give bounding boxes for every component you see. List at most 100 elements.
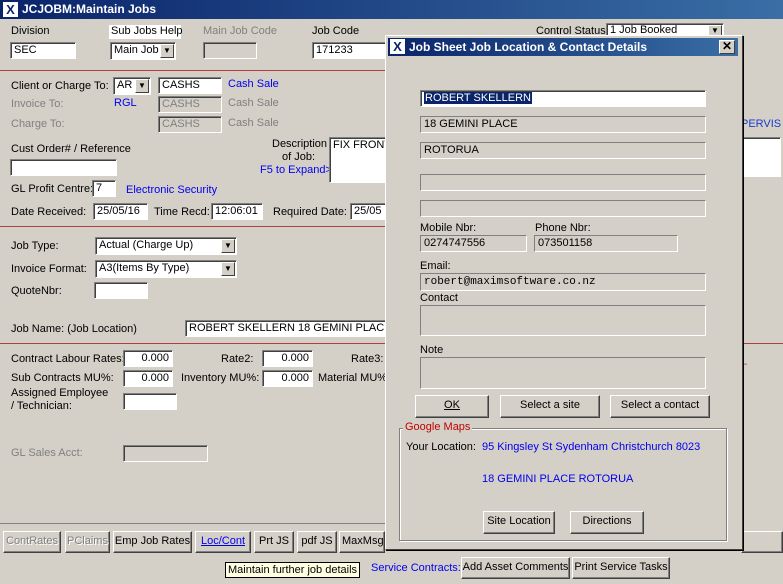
invoiceformat-select[interactable]: A3(Items By Type) ▼ [95,260,237,278]
inventory-label: Inventory MU%: [181,372,260,384]
contrates-button[interactable]: ContRates [3,531,61,553]
address1-field[interactable]: 18 GEMINI PLACE [420,116,706,133]
custorder-input[interactable] [10,159,117,176]
addassetcomments-button[interactable]: Add Asset Comments [461,557,570,579]
note-label: Note [420,344,444,356]
dialog-titlebar: X Job Sheet Job Location & Contact Detai… [388,38,738,56]
jobname-input[interactable]: ROBERT SKELLERN 18 GEMINI PLACE [185,320,387,337]
description-textarea[interactable]: FIX FRONT [329,137,387,183]
chevron-down-icon[interactable]: ▼ [135,79,149,93]
invoice-name: Cash Sale [228,97,279,109]
mobile-field[interactable]: 0274747556 [420,235,527,252]
maxmsg-button[interactable]: MaxMsg [339,531,385,553]
assigned-label-2: / Technician: [11,400,72,412]
phone-field[interactable]: 073501158 [534,235,678,252]
glprofit-name-link[interactable]: Electronic Security [126,184,217,196]
pdfjs-button[interactable]: pdf JS [297,531,337,553]
phone-label: Phone Nbr: [535,222,591,234]
contact-name-input[interactable]: ROBERT SKELLERN [420,90,706,107]
section-divider [741,343,783,344]
jobtype-select[interactable]: Actual (Charge Up) ▼ [95,237,237,255]
subjobs-help-label[interactable]: Sub Jobs Help [111,25,183,37]
quotenbr-label: QuoteNbr: [11,285,62,297]
note-field[interactable] [420,357,706,389]
datereceived-input[interactable]: 25/05/16 [93,203,148,220]
material-label: Material MU% [318,372,388,384]
ok-button[interactable]: OK [415,395,489,418]
chevron-down-icon[interactable]: ▼ [221,262,235,276]
email-field[interactable]: robert@maximsoftware.co.nz [420,273,706,291]
desc-expand-link[interactable]: F5 to Expand> [260,164,332,176]
jobtype-value: Actual (Charge Up) [99,239,194,251]
mobile-label: Mobile Nbr: [420,222,477,234]
jobname-label: Job Name: (Job Location) [11,323,137,335]
requireddate-input[interactable]: 25/05 [350,203,387,220]
client-type-value: AR [117,79,133,91]
inventory-input[interactable]: 0.000 [262,370,313,387]
window-title: JCJOBM:Maintain Jobs [22,2,157,16]
subjobs-help-box: Sub Jobs Help [109,25,183,39]
subjobs-select[interactable]: Main Job ▼ [110,42,176,60]
address3-field[interactable] [420,174,706,191]
destination-value: 18 GEMINI PLACE ROTORUA [482,473,634,485]
assigned-label: Assigned Employee [11,387,109,399]
sitelocation-button[interactable]: Site Location [483,511,555,534]
jobtype-label: Job Type: [11,240,59,252]
division-input[interactable]: SEC [10,42,76,59]
window-titlebar: X JCJOBM:Maintain Jobs [0,0,783,19]
client-type-select[interactable]: AR ▼ [113,77,151,95]
pclaims-button[interactable]: PClaims [65,531,110,553]
app-x-icon: X [390,39,405,54]
assigned-input[interactable] [123,393,177,410]
empjobrates-button[interactable]: Emp Job Rates [113,531,192,553]
jobcode-input[interactable]: 171233 [312,42,386,59]
subcontracts-input[interactable]: 0.000 [123,370,173,387]
invoiceformat-label: Invoice Format: [11,263,87,275]
client-label: Client or Charge To: [11,80,109,92]
close-icon[interactable]: ✕ [719,40,735,54]
prtjs-button[interactable]: Prt JS [254,531,294,553]
contractlabour-label: Contract Labour Rates: [11,353,125,365]
chevron-down-icon[interactable]: ▼ [160,44,174,58]
invoiceformat-value: A3(Items By Type) [99,262,190,274]
loccont-tooltip: Maintain further job details [225,562,361,578]
rate2-input[interactable]: 0.000 [262,350,313,367]
location-contact-dialog: X Job Sheet Job Location & Contact Detai… [385,35,743,550]
quotenbr-input[interactable] [94,282,148,299]
client-code-input[interactable]: CASHS [158,77,222,94]
invoice-label: Invoice To: [11,98,64,110]
requireddate-label: Required Date: [273,206,347,218]
chevron-down-icon[interactable]: ▼ [221,239,235,253]
subjobs-select-value: Main Job [114,44,159,56]
timerecd-label: Time Recd: [154,206,210,218]
glsales-input [123,445,208,462]
timerecd-input[interactable]: 12:06:01 [211,203,263,220]
desc-label-2: of Job: [282,151,316,163]
section-divider [0,226,385,227]
invoice-rgl-link[interactable]: RGL [114,97,137,109]
charge-code-input: CASHS [158,116,222,133]
directions-button[interactable]: Directions [570,511,644,534]
section-divider [0,343,385,344]
loccont-button[interactable]: Loc/Cont [195,531,251,553]
section-divider [0,70,385,71]
contractlabour-input[interactable]: 0.000 [123,350,173,367]
address2-field[interactable]: ROTORUA [420,142,706,159]
division-label: Division [11,25,50,37]
email-label: Email: [420,260,451,272]
printservicetasks-button[interactable]: Print Service Tasks [572,557,670,579]
address4-field[interactable] [420,200,706,217]
contact-label: Contact [420,292,458,304]
contact-field[interactable] [420,305,706,336]
selectsite-button[interactable]: Select a site [500,395,600,418]
selectcontact-button[interactable]: Select a contact [610,395,710,418]
client-name-link[interactable]: Cash Sale [228,78,279,90]
subcontracts-label: Sub Contracts MU%: [11,372,114,384]
right-toolbar-button[interactable] [741,531,783,553]
glprofit-input[interactable]: 7 [92,180,116,197]
supervisor-input[interactable] [741,137,781,177]
yourlocation-value: 95 Kingsley St Sydenham Christchurch 802… [482,441,701,453]
app-x-icon: X [3,2,18,17]
yourlocation-label: Your Location: [406,441,476,453]
toolbar-divider [0,523,385,524]
